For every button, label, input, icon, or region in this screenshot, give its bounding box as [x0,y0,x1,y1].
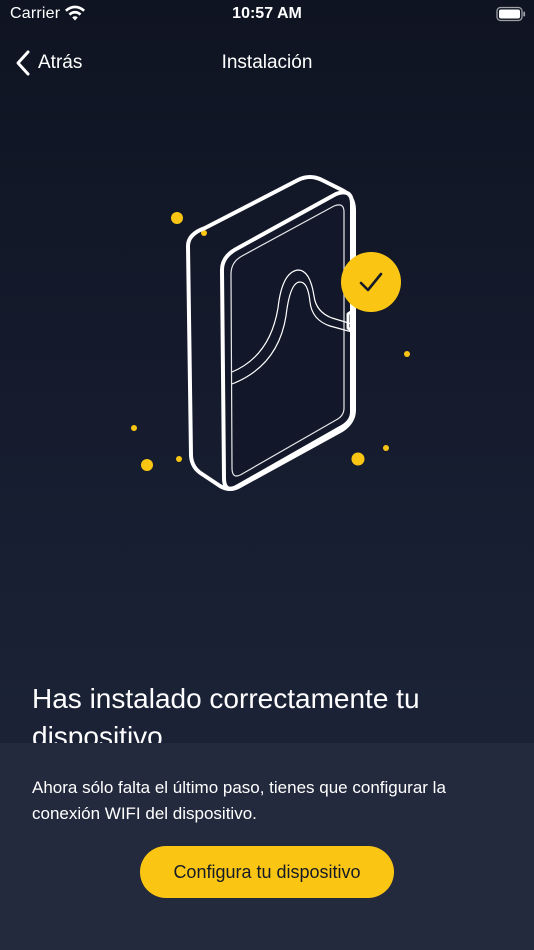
decoration-dot [171,212,183,224]
decoration-dot [176,456,182,462]
checkmark-icon [341,252,401,312]
status-time: 10:57 AM [232,5,302,22]
configure-device-button[interactable]: Configura tu dispositivo [140,846,394,898]
decoration-dot [404,351,410,357]
navigation-bar: Atrás Instalación [0,40,534,86]
device-illustration [131,175,410,491]
status-bar: Carrier 10:57 AM [0,0,534,28]
decoration-dot [141,459,153,471]
page-title: Instalación [221,52,313,73]
instruction-text: Ahora sólo falta el último paso, tienes … [32,778,446,823]
bottom-card: Ahora sólo falta el último paso, tienes … [0,743,534,950]
decoration-dot [383,445,389,451]
battery-icon [496,6,526,22]
decoration-dot [131,425,137,431]
decoration-dot [351,452,365,466]
